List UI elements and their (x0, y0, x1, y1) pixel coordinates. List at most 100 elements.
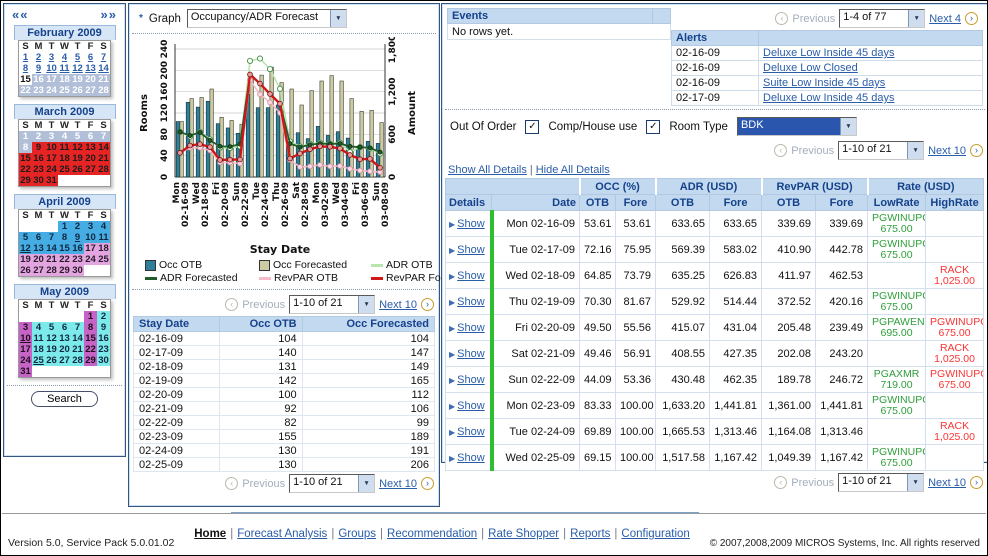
page-range-select[interactable]: 1-10 of 21 ▼ (838, 473, 924, 492)
calendar-day[interactable]: 23 (32, 85, 45, 97)
footer-link-configuration[interactable]: Configuration (621, 528, 689, 540)
calendar-day[interactable]: 30 (71, 265, 84, 277)
calendar-day[interactable]: 20 (84, 153, 97, 164)
calendar-day[interactable]: 8 (84, 322, 97, 333)
column-header[interactable]: OTB (580, 195, 616, 211)
dropdown-arrow-icon[interactable]: ▼ (908, 10, 924, 27)
search-button[interactable]: Search (31, 391, 98, 407)
calendar-day[interactable]: 28 (71, 355, 84, 366)
next-link[interactable]: Next 4 (929, 13, 961, 25)
previous-icon[interactable]: ‹ (225, 477, 238, 490)
calendar-day[interactable]: 15 (84, 333, 97, 344)
previous-icon[interactable]: ‹ (775, 12, 788, 25)
calendar-day[interactable]: 27 (84, 85, 97, 97)
calendar-day[interactable]: 14 (97, 142, 111, 153)
calendar-day[interactable]: 14 (71, 333, 84, 344)
calendar-day[interactable]: 24 (45, 85, 58, 97)
calendar-day[interactable]: 13 (58, 333, 71, 344)
calendar-day[interactable]: 28 (45, 265, 58, 277)
page-range-select[interactable]: 1-10 of 21 ▼ (838, 141, 924, 160)
calendar-day[interactable]: 23 (97, 344, 111, 355)
room-type-select[interactable]: BDK ▼ (737, 117, 857, 136)
calendar-day[interactable]: 18 (97, 243, 111, 254)
footer-link-home[interactable]: Home (194, 528, 226, 540)
calendar-day[interactable]: 8 (19, 63, 33, 74)
next-icon[interactable]: › (965, 12, 978, 25)
calendar-day[interactable]: 13 (84, 63, 97, 74)
out-of-order-checkbox[interactable]: ✓ (525, 120, 539, 134)
calendar-day[interactable]: 21 (45, 254, 58, 265)
calendar-day[interactable]: 5 (71, 131, 84, 142)
calendar-day[interactable]: 1 (19, 52, 33, 63)
column-header[interactable]: LowRate (868, 195, 926, 211)
next-icon[interactable]: › (970, 476, 983, 489)
show-details-link[interactable]: Show (457, 374, 485, 386)
calendar-day[interactable]: 19 (71, 153, 84, 164)
calendar-day[interactable]: 29 (58, 265, 71, 277)
show-all-details-link[interactable]: Show All Details (448, 164, 527, 176)
calendar-day[interactable]: 23 (32, 164, 45, 175)
column-header[interactable]: OTB (762, 195, 816, 211)
calendar-day[interactable]: 21 (71, 344, 84, 355)
calendar-day[interactable]: 13 (32, 243, 45, 254)
calendar-day[interactable]: 6 (84, 52, 97, 63)
next-icon[interactable]: › (421, 298, 434, 311)
calendar-day[interactable]: 27 (84, 164, 97, 175)
show-details-link[interactable]: Show (457, 244, 485, 256)
calendar-day[interactable]: 15 (19, 153, 33, 164)
footer-link-recommendation[interactable]: Recommendation (387, 528, 477, 540)
calendar-day[interactable]: 2 (32, 131, 45, 142)
alert-link[interactable]: Deluxe Low Closed (763, 62, 858, 74)
calendar-day[interactable]: 9 (97, 322, 111, 333)
calendar-day[interactable]: 24 (45, 164, 58, 175)
next-link[interactable]: Next 10 (928, 477, 966, 489)
calendar-day[interactable]: 20 (58, 344, 71, 355)
calendar-day[interactable]: 17 (45, 74, 58, 85)
calendar-day[interactable]: 7 (97, 52, 111, 63)
calendar-day[interactable]: 23 (71, 254, 84, 265)
calendar-day[interactable]: 22 (58, 254, 71, 265)
show-details-link[interactable]: Show (457, 322, 485, 334)
column-header[interactable]: HighRate (926, 195, 984, 211)
calendar-day[interactable]: 5 (45, 322, 58, 333)
calendar-day[interactable]: 30 (32, 175, 45, 187)
calendar-day[interactable]: 17 (19, 344, 33, 355)
calendar-day[interactable]: 10 (84, 232, 97, 243)
calendar-day[interactable]: 3 (45, 131, 58, 142)
calendar-day[interactable]: 1 (84, 311, 97, 322)
column-header[interactable]: Fore (616, 195, 656, 211)
calendar-day[interactable]: 14 (97, 63, 111, 74)
calendar-day[interactable]: 31 (19, 366, 33, 378)
calendar-day[interactable]: 7 (97, 131, 111, 142)
calendar-day[interactable]: 11 (58, 142, 71, 153)
show-details-link[interactable]: Show (457, 218, 485, 230)
calendar-day[interactable]: 3 (19, 322, 33, 333)
dropdown-arrow-icon[interactable]: ▼ (840, 118, 856, 135)
calendar-day[interactable]: 2 (32, 52, 45, 63)
dropdown-arrow-icon[interactable]: ▼ (358, 296, 374, 313)
calendar-day[interactable]: 29 (84, 355, 97, 366)
calendar-day[interactable]: 22 (19, 85, 33, 97)
calendar-day[interactable]: 29 (19, 175, 33, 187)
calendar-day[interactable]: 16 (71, 243, 84, 254)
calendar-day[interactable]: 6 (58, 322, 71, 333)
calendar-day[interactable]: 1 (58, 221, 71, 232)
calendar-day[interactable]: 31 (45, 175, 58, 187)
calendar-day[interactable]: 26 (19, 265, 33, 277)
calendar-day[interactable]: 5 (19, 232, 33, 243)
footer-link-forecast-analysis[interactable]: Forecast Analysis (237, 528, 327, 540)
dropdown-arrow-icon[interactable]: ▼ (330, 10, 346, 27)
show-details-link[interactable]: Show (457, 296, 485, 308)
footer-link-rate-shopper[interactable]: Rate Shopper (488, 528, 559, 540)
calendar-day[interactable]: 24 (19, 355, 33, 366)
column-header[interactable]: Occ Forecasted (302, 317, 434, 332)
next-link[interactable]: Next 10 (379, 478, 417, 490)
calendar-day[interactable]: 9 (32, 63, 45, 74)
column-header[interactable]: Occ OTB (220, 317, 302, 332)
calendar-day[interactable]: 2 (97, 311, 111, 322)
calendar-day[interactable]: 27 (32, 265, 45, 277)
calendar-day[interactable]: 11 (32, 333, 45, 344)
calendar-day[interactable]: 30 (97, 355, 111, 366)
alert-link[interactable]: Deluxe Low Inside 45 days (763, 92, 894, 104)
footer-link-groups[interactable]: Groups (338, 528, 376, 540)
